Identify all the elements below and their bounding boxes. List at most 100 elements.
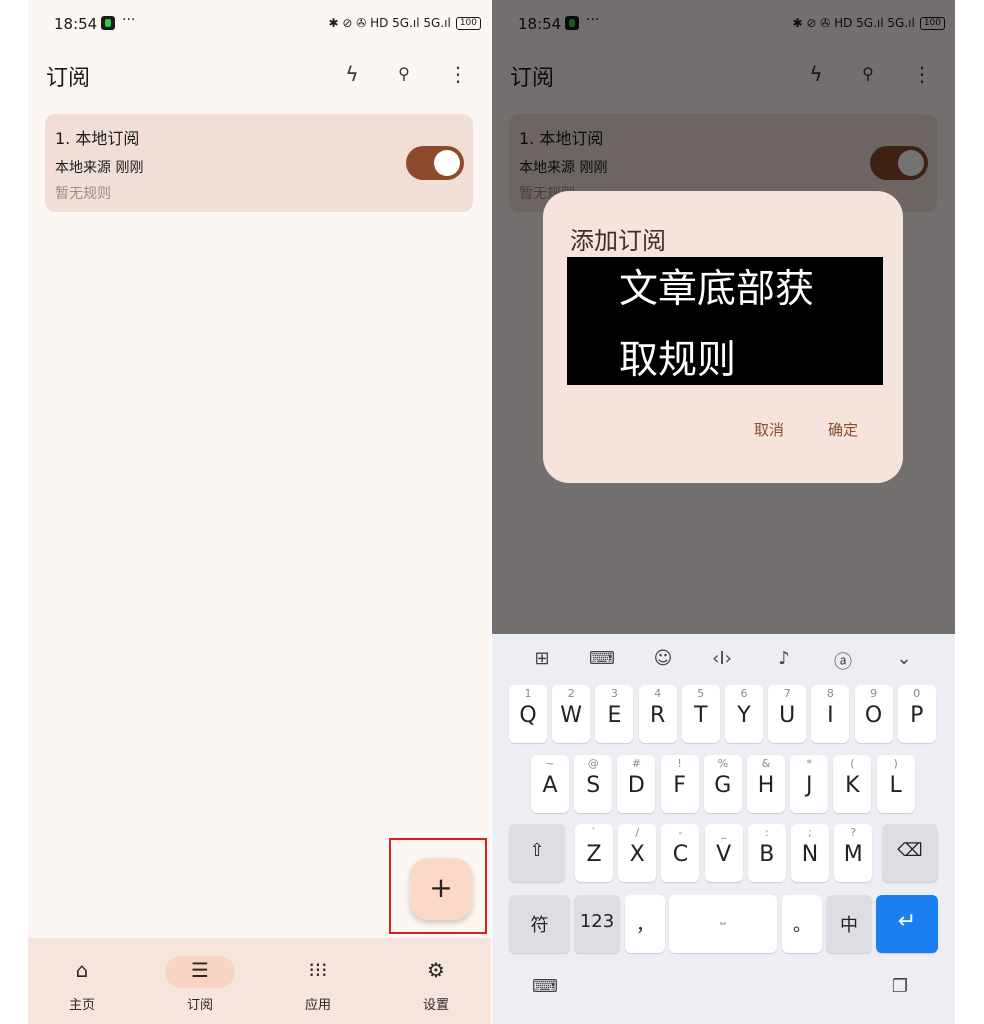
key-label: H	[757, 773, 775, 798]
apps-icon[interactable]: ⊞	[527, 648, 557, 674]
key-secondary-label: _	[720, 826, 727, 839]
key-label: A	[542, 773, 558, 798]
handwriting-icon[interactable]: ⓐ	[828, 648, 858, 674]
overlay-line-1: 文章底部获	[619, 267, 815, 312]
subscription-card[interactable]: 1. 本地订阅 本地来源 刚刚 暂无规则	[45, 114, 473, 212]
key-s[interactable]: @ S	[574, 755, 613, 813]
dialog-title: 添加订阅	[570, 227, 666, 255]
collapse-keyboard-icon[interactable]: ⌄	[889, 648, 919, 674]
key-w[interactable]: 2W	[552, 685, 591, 743]
key-f[interactable]: ! F	[660, 755, 699, 813]
key-label: P	[910, 703, 924, 728]
key-secondary-label: /	[635, 826, 640, 839]
keyboard-icon[interactable]: ⌨	[530, 976, 560, 1002]
status-more: ···	[122, 12, 136, 28]
key-secondary-label: 0	[913, 687, 921, 700]
key-j[interactable]: * J	[790, 755, 829, 813]
period-key[interactable]: 。	[782, 895, 822, 953]
nav-item-settings[interactable]: ⚙ 设置	[377, 938, 491, 1024]
subscription-toggle[interactable]	[406, 146, 464, 180]
key-e[interactable]: 3E	[595, 685, 634, 743]
cancel-button[interactable]: 取消	[754, 419, 784, 440]
key-y[interactable]: 6Y	[725, 685, 763, 743]
shift-key[interactable]: ⇧	[509, 824, 565, 882]
emoji-icon[interactable]: ☺	[648, 648, 678, 674]
cursor-icon[interactable]: ‹I›	[707, 648, 737, 674]
key-label: K	[845, 773, 860, 798]
comma-key[interactable]: ，	[625, 895, 665, 953]
key-label: E	[607, 703, 622, 728]
key-label: X	[629, 842, 645, 867]
key-label: G	[714, 773, 732, 798]
key-h[interactable]: & H	[747, 755, 785, 813]
key-secondary-label: %	[717, 757, 729, 770]
toggle-knob	[434, 150, 460, 176]
key-label: N	[801, 842, 819, 867]
key-q[interactable]: 1Q	[509, 685, 547, 743]
battery-icon: 100	[455, 16, 481, 30]
key-a[interactable]: ~ A	[531, 755, 569, 813]
flash-icon[interactable]: ϟ	[338, 60, 366, 88]
nav-label: 应用	[304, 998, 331, 1013]
key-secondary-label: 6	[740, 687, 748, 700]
key-x[interactable]: / X	[618, 824, 657, 882]
key-secondary-label: :	[764, 826, 769, 839]
key-l[interactable]: ) L	[876, 755, 915, 813]
key-label: Z	[586, 842, 602, 867]
key-secondary-label: `	[591, 826, 597, 839]
subscription-title: 1. 本地订阅	[55, 129, 140, 148]
key-c[interactable]: -C	[661, 824, 700, 882]
subtitle-overlay: 文章底部获 取规则	[567, 257, 883, 385]
add-subscription-dialog: 添加订阅 文章底部获 取规则 取消 确定	[543, 191, 903, 483]
filter-icon[interactable]: ⚲	[390, 60, 418, 88]
subscription-source: 本地来源 刚刚	[55, 160, 144, 176]
keyboard-layout-icon[interactable]: ⌨	[587, 648, 617, 674]
key-label: I	[827, 703, 834, 728]
key-o[interactable]: 9O	[854, 685, 893, 743]
language-key[interactable]: 中	[826, 895, 872, 953]
nav-item-subscriptions[interactable]: ☰ 订阅	[141, 938, 259, 1024]
clipboard-icon[interactable]: ❐	[885, 976, 915, 1002]
key-secondary-label: 1	[524, 687, 532, 700]
comma-label: ，	[636, 915, 654, 936]
nav-item-apps[interactable]: ⁝⁝⁝ 应用	[259, 938, 377, 1024]
key-label: L	[889, 773, 902, 798]
key-secondary-label: (	[850, 757, 855, 770]
key-z[interactable]: ` Z	[575, 824, 613, 882]
key-d[interactable]: # D	[617, 755, 656, 813]
key-label: S	[586, 773, 601, 798]
mic-icon[interactable]: ♪	[769, 648, 799, 674]
key-k[interactable]: (K	[833, 755, 872, 813]
key-p[interactable]: 0P	[897, 685, 936, 743]
key-label: V	[716, 842, 732, 867]
nav-item-home[interactable]: ⌂ 主页	[28, 938, 141, 1024]
key-label: J	[805, 773, 813, 798]
bottom-nav: ⌂ 主页 ☰ 订阅 ⁝⁝⁝ 应用 ⚙ 设置	[28, 938, 491, 1024]
soft-keyboard: ⊞ ⌨ ☺ ‹I› ♪ ⓐ ⌄ 1 Q 2 W 3 E 4 R 5 T 6 Y 7 U 8 I 9 O 0 P ~ A @ S…	[492, 634, 955, 1024]
key-i[interactable]: 8I	[811, 685, 850, 743]
notification-app-icon	[101, 16, 115, 30]
numbers-key[interactable]: 123	[574, 895, 620, 953]
key-u[interactable]: 7U	[768, 685, 807, 743]
key-secondary-label: !	[677, 757, 682, 770]
key-v[interactable]: _ V	[704, 824, 743, 882]
more-vert-icon[interactable]: ⋮	[444, 60, 472, 88]
key-g[interactable]: % G	[703, 755, 742, 813]
key-n[interactable]: ; N	[791, 824, 829, 882]
enter-icon: ↵	[897, 909, 917, 934]
enter-key[interactable]: ↵	[876, 895, 938, 953]
key-secondary-label: ~	[545, 757, 555, 770]
shift-icon: ⇧	[529, 840, 545, 861]
symbols-label: 符	[530, 915, 549, 936]
dialog-screen: 18:54 ··· ✱ ⊘ ✇ HD 5G.ıl 5G.ıl 100 订阅 ϟ …	[492, 0, 955, 1024]
backspace-key[interactable]: ⌫	[882, 824, 938, 882]
confirm-button[interactable]: 确定	[828, 419, 858, 440]
space-key[interactable]: ⎵	[669, 895, 777, 953]
indicators: ✱ ⊘ ✇ HD 5G.ıl 5G.ıl	[328, 16, 451, 30]
symbols-key[interactable]: 符	[509, 895, 570, 953]
key-m[interactable]: ? M	[834, 824, 873, 882]
list-icon: ☰	[165, 956, 235, 988]
key-t[interactable]: 5T	[681, 685, 720, 743]
key-b[interactable]: :B	[747, 824, 786, 882]
key-r[interactable]: 4R	[638, 685, 677, 743]
